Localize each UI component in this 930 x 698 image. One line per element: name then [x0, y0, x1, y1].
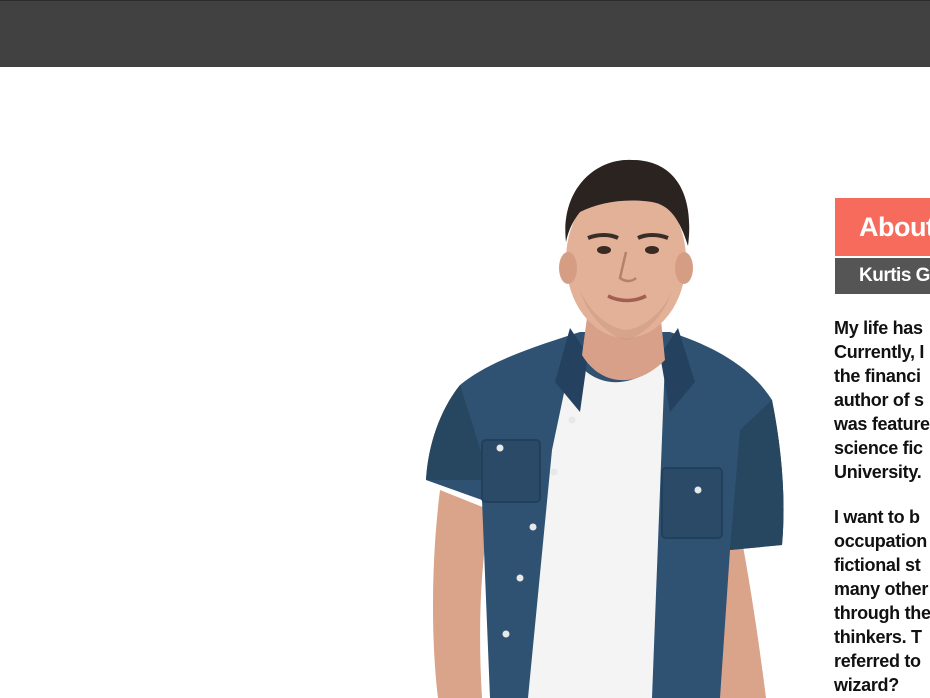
bio-line: I want to b — [834, 507, 920, 527]
bio-line: thinkers. T — [834, 627, 922, 647]
bio-line: wizard? — [834, 675, 899, 695]
page: About Kurtis G My life has Currently, I … — [0, 0, 930, 698]
bio-line: the financi — [834, 366, 921, 386]
bio-text: My life has Currently, I the financi aut… — [834, 316, 930, 698]
about-heading: About — [835, 198, 930, 256]
portrait-photo — [426, 159, 784, 698]
bio-line: through the — [834, 603, 930, 623]
bio-line: My life has — [834, 318, 923, 338]
bio-line: Currently, I — [834, 342, 925, 362]
author-name-bar: Kurtis G — [835, 258, 930, 294]
bio-line: author of s — [834, 390, 924, 410]
top-navigation-bar — [0, 0, 930, 67]
bio-paragraph-1: My life has Currently, I the financi aut… — [834, 316, 930, 484]
bio-line: fictional st — [834, 555, 921, 575]
bio-line: many other — [834, 579, 929, 599]
bio-line: University. — [834, 462, 922, 482]
bio-line: occupation — [834, 531, 928, 551]
bio-line: referred to — [834, 651, 921, 671]
bio-paragraph-2: I want to b occupation fictional st many… — [834, 505, 930, 697]
bio-line: science fic — [834, 438, 923, 458]
bio-line: was feature — [834, 414, 930, 434]
